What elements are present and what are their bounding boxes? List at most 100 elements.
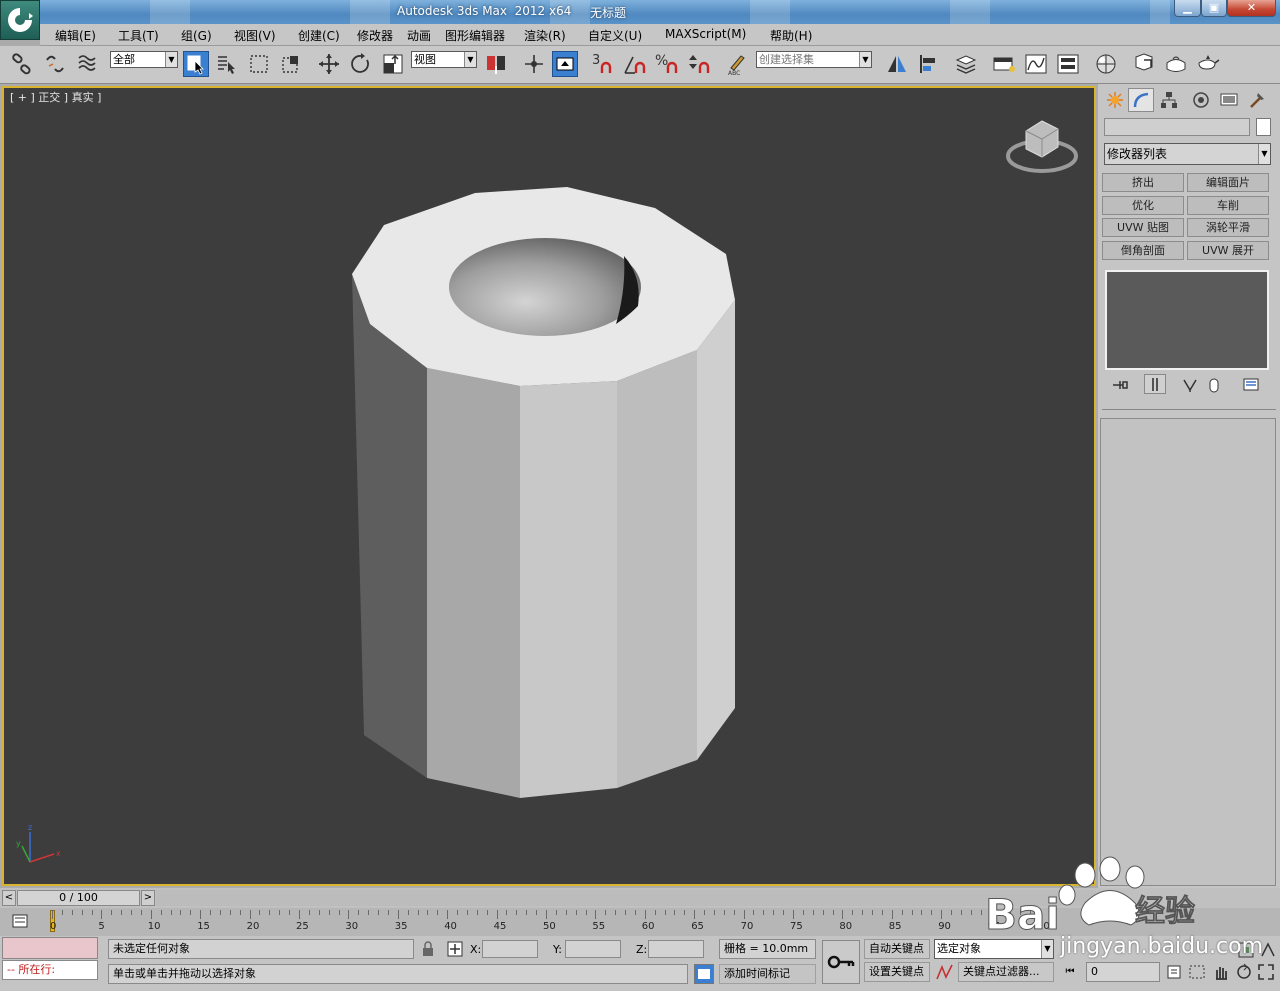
scale-icon[interactable]	[380, 51, 406, 77]
x-coordinate-field[interactable]	[482, 940, 538, 958]
time-slider-track[interactable]	[156, 890, 1096, 906]
key-set-dropdown[interactable]: 选定对象 ▼	[934, 939, 1054, 959]
maximize-viewport-icon[interactable]	[1256, 962, 1276, 982]
time-tag-icon[interactable]	[694, 964, 714, 984]
menu-views[interactable]: 视图(V)	[234, 27, 276, 44]
render-setup-icon[interactable]	[1131, 51, 1157, 77]
angle-snap-icon[interactable]	[622, 51, 648, 77]
maximize-button[interactable]: ▣	[1201, 0, 1227, 17]
pivot-center-icon[interactable]	[483, 51, 509, 77]
modifier-turbosmooth-button[interactable]: 涡轮平滑	[1187, 218, 1269, 237]
show-end-result-icon[interactable]	[1144, 374, 1166, 394]
go-to-start-icon[interactable]: ⏮	[1060, 963, 1080, 981]
move-icon[interactable]	[316, 51, 342, 77]
absolute-mode-transform-icon[interactable]	[446, 940, 464, 958]
maxscript-listener-mini[interactable]	[2, 937, 98, 959]
render-production-icon[interactable]	[1195, 51, 1221, 77]
modifier-list-dropdown[interactable]: 修改器列表 ▼	[1104, 143, 1271, 165]
menu-animation[interactable]: 动画	[407, 27, 431, 44]
application-button[interactable]	[0, 0, 40, 40]
menu-create[interactable]: 创建(C)	[298, 27, 340, 44]
modifier-extrude-button[interactable]: 挤出	[1102, 173, 1184, 192]
rotate-icon[interactable]	[348, 51, 374, 77]
reference-coordinate-dropdown[interactable]: 视图 ▼	[411, 51, 477, 68]
key-filters-button[interactable]: 关键点过滤器...	[958, 962, 1054, 982]
menu-maxscript[interactable]: MAXScript(M)	[665, 27, 746, 41]
set-key-mode-button[interactable]: 设置关键点	[864, 962, 930, 982]
key-mode-curve-icon[interactable]	[934, 962, 956, 982]
menu-tools[interactable]: 工具(T)	[118, 27, 159, 44]
menu-edit[interactable]: 编辑(E)	[55, 27, 96, 44]
tab-modify[interactable]	[1128, 88, 1154, 112]
viewcube-icon[interactable]	[1006, 120, 1078, 173]
material-editor-icon[interactable]	[1093, 51, 1119, 77]
align-icon[interactable]	[916, 51, 942, 77]
tab-hierarchy[interactable]	[1156, 88, 1182, 112]
time-prev-button[interactable]: <	[2, 890, 16, 906]
modifier-lathe-button[interactable]: 车削	[1187, 196, 1269, 215]
add-time-tag[interactable]: 添加时间标记	[719, 964, 816, 984]
lock-icon[interactable]	[421, 941, 435, 957]
percent-snap-icon[interactable]: %	[654, 51, 680, 77]
mirror-icon[interactable]	[884, 51, 910, 77]
tab-utilities[interactable]	[1244, 88, 1270, 112]
script-line[interactable]: -- 所在行:	[2, 960, 98, 980]
link-icon[interactable]	[9, 51, 35, 77]
current-frame-field[interactable]: 0	[1086, 962, 1160, 982]
set-key-button[interactable]	[822, 940, 860, 984]
select-and-manipulate-icon[interactable]	[521, 51, 547, 77]
named-selection-sets-dropdown[interactable]: 创建选择集 ▼	[756, 51, 872, 68]
keyboard-shortcut-override-button[interactable]	[552, 51, 578, 77]
track-bar[interactable]: 0 5 10 15 20 25 30 35 40 45 50 55 60 65 70 75 80 85 90 95 1…	[0, 908, 1280, 936]
z-coordinate-field[interactable]	[648, 940, 704, 958]
tab-display[interactable]	[1216, 88, 1242, 112]
minimize-button[interactable]: ▁	[1174, 0, 1201, 17]
menu-graph-editors[interactable]: 图形编辑器	[445, 27, 505, 44]
tab-create[interactable]	[1102, 88, 1128, 112]
curve-editor-mini-icon[interactable]	[10, 912, 32, 932]
modifier-stack-list[interactable]	[1105, 270, 1269, 370]
window-crossing-icon[interactable]	[278, 51, 304, 77]
select-object-button[interactable]	[183, 51, 209, 77]
modifier-edit-patch-button[interactable]: 编辑面片	[1187, 173, 1269, 192]
rendered-frame-window-icon[interactable]	[1163, 51, 1189, 77]
select-by-name-icon[interactable]	[214, 51, 240, 77]
schematic-view-icon[interactable]	[1055, 51, 1081, 77]
menu-help[interactable]: 帮助(H)	[770, 27, 812, 44]
object-color-swatch[interactable]	[1256, 118, 1271, 136]
object-name-field[interactable]	[1104, 118, 1250, 136]
edit-named-selection-icon[interactable]: ABC	[724, 51, 750, 77]
unlink-icon[interactable]	[42, 51, 68, 77]
curve-editor-icon[interactable]	[1023, 51, 1049, 77]
cylinder-tube[interactable]	[352, 187, 735, 798]
layer-manager-icon[interactable]	[953, 51, 979, 77]
remove-modifier-icon[interactable]	[1204, 376, 1224, 394]
tab-motion[interactable]	[1188, 88, 1214, 112]
configure-modifier-sets-icon[interactable]	[1241, 376, 1263, 394]
time-configuration-icon[interactable]	[1166, 962, 1184, 982]
close-button[interactable]: ✕	[1227, 0, 1276, 17]
time-next-button[interactable]: >	[141, 890, 155, 906]
selection-filter-dropdown[interactable]: 全部 ▼	[110, 51, 178, 68]
menu-rendering[interactable]: 渲染(R)	[524, 27, 566, 44]
menu-group[interactable]: 组(G)	[181, 27, 212, 44]
orbit-icon[interactable]	[1234, 962, 1254, 982]
rectangular-selection-icon[interactable]	[246, 51, 272, 77]
graphite-ribbon-icon[interactable]	[991, 51, 1017, 77]
spinner-snap-icon[interactable]	[686, 51, 712, 77]
snaps-toggle-icon[interactable]: 3	[590, 51, 616, 77]
modifier-optimize-button[interactable]: 优化	[1102, 196, 1184, 215]
menu-customize[interactable]: 自定义(U)	[588, 27, 642, 44]
pin-stack-icon[interactable]	[1110, 376, 1130, 394]
modifier-unwrap-uvw-button[interactable]: UVW 展开	[1187, 241, 1269, 260]
menu-modifiers[interactable]: 修改器	[357, 27, 393, 44]
perspective-viewport[interactable]: [ + ] 正交 ] 真实 ] z x y	[2, 86, 1096, 886]
modifier-bevel-profile-button[interactable]: 倒角剖面	[1102, 241, 1184, 260]
pan-hand-icon[interactable]	[1212, 962, 1230, 982]
make-unique-icon[interactable]	[1180, 376, 1200, 394]
zoom-extents-all-icon[interactable]	[1188, 962, 1206, 982]
bind-space-warp-icon[interactable]	[75, 51, 101, 77]
auto-key-button[interactable]: 自动关键点	[864, 939, 930, 959]
time-slider-handle[interactable]: 0 / 100	[17, 890, 140, 906]
modifier-uvw-map-button[interactable]: UVW 贴图	[1102, 218, 1184, 237]
